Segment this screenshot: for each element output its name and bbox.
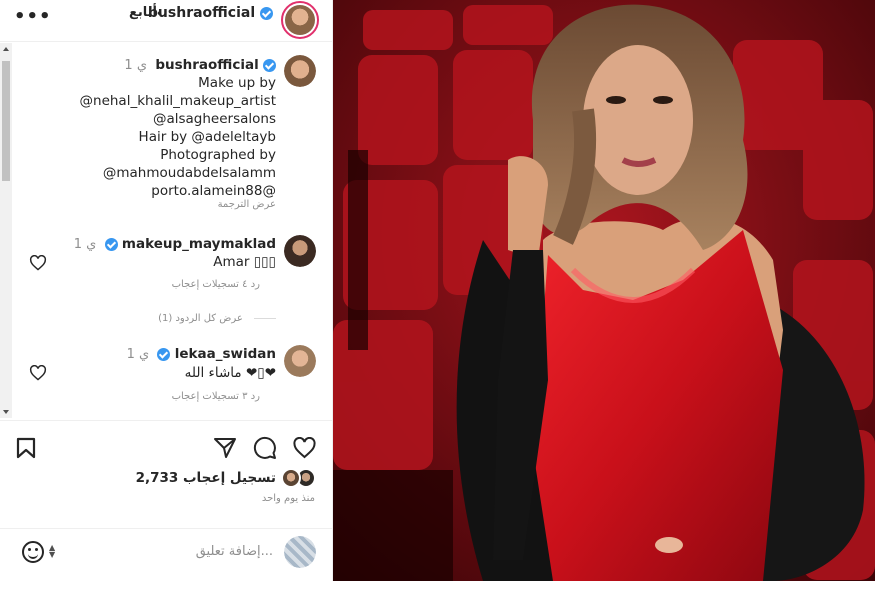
caption-line: Hair by @adeleltayb xyxy=(138,129,276,145)
caption-time[interactable]: 1 ي xyxy=(124,58,147,73)
comment-header: 1 ي makeup_maymaklad xyxy=(74,235,276,254)
comment-avatar[interactable] xyxy=(284,345,316,377)
caption-mention[interactable]: @mahmoudabdelsalamm xyxy=(103,164,276,182)
post-timestamp[interactable]: منذ يوم واحد xyxy=(262,493,315,504)
comments-list: 1 ي bushraofficial Make up by @nehal_kha… xyxy=(0,43,333,418)
view-replies-button[interactable]: عرض كل الردود (1) xyxy=(158,313,276,324)
caption-username[interactable]: bushraofficial xyxy=(155,57,258,73)
liker-avatar[interactable] xyxy=(281,468,301,488)
author-avatar[interactable] xyxy=(281,1,319,39)
post-photo[interactable] xyxy=(333,0,875,581)
author-username-text[interactable]: bushraofficial xyxy=(148,5,255,21)
post-sidebar: ••• أتابع • bushraofficial 1 ي bushraoff… xyxy=(0,0,333,581)
post-header: ••• أتابع • bushraofficial xyxy=(0,0,333,42)
reply-button[interactable]: رد xyxy=(251,279,260,290)
replies-divider xyxy=(254,317,276,319)
comment-like-icon[interactable] xyxy=(29,365,47,381)
verified-badge-icon xyxy=(157,347,171,361)
caption-mention[interactable]: @nehal_khalil_makeup_artist xyxy=(80,92,276,110)
share-icon[interactable] xyxy=(213,437,237,459)
bottom-strip xyxy=(0,581,875,595)
comment-likes-count[interactable]: ٤ تسجيلات إعجاب xyxy=(172,279,248,290)
comment-text: ماشاء الله ❤▯❤ xyxy=(184,365,276,381)
reply-button[interactable]: رد xyxy=(251,391,260,402)
spinner-arrows-icon[interactable]: ▲ ▼ xyxy=(49,544,55,559)
caption-avatar[interactable] xyxy=(284,55,316,87)
caption-mention[interactable]: @alsagheersalons xyxy=(153,110,276,128)
author-username[interactable]: bushraofficial xyxy=(148,5,273,21)
caption-line: Photographed by xyxy=(160,147,276,163)
comment-time[interactable]: 1 ي xyxy=(74,237,97,252)
more-options-icon[interactable]: ••• xyxy=(14,6,52,27)
comment-avatar[interactable] xyxy=(284,235,316,267)
likes-count[interactable]: 2,733 تسجيل إعجاب xyxy=(136,470,276,486)
bookmark-icon[interactable] xyxy=(16,437,36,459)
action-bar xyxy=(0,420,333,460)
caption-line: Make up by xyxy=(198,75,276,91)
comment-icon[interactable] xyxy=(253,436,277,460)
caption-header: 1 ي bushraofficial xyxy=(124,56,276,75)
verified-badge-icon xyxy=(104,237,118,251)
add-comment-input[interactable]: إضافة تعليق... xyxy=(196,544,273,559)
view-replies-label[interactable]: عرض كل الردود (1) xyxy=(158,313,243,324)
emoji-icon[interactable] xyxy=(22,541,44,563)
comment-username[interactable]: lekaa_swidan xyxy=(175,346,276,362)
comment-meta: رد ٤ تسجيلات إعجاب xyxy=(172,279,276,290)
comment-likes-count[interactable]: ٣ تسجيلات إعجاب xyxy=(172,391,248,402)
comment-text: Amar ▯▯▯ xyxy=(213,254,276,270)
verified-badge-icon xyxy=(260,6,273,20)
caption-mention[interactable]: porto.alamein88@ xyxy=(151,182,276,200)
verified-badge-icon xyxy=(263,58,276,72)
add-comment-bar: ▲ ▼ إضافة تعليق... xyxy=(0,528,333,574)
instagram-post-view: ••• أتابع • bushraofficial 1 ي bushraoff… xyxy=(0,0,875,595)
comment-meta: رد ٣ تسجيلات إعجاب xyxy=(172,391,276,402)
comment-header: 1 ي lekaa_swidan xyxy=(127,345,276,364)
comment-username[interactable]: makeup_maymaklad xyxy=(122,236,276,252)
comment-like-icon[interactable] xyxy=(29,255,47,271)
current-user-avatar[interactable] xyxy=(284,536,316,568)
see-translation-link[interactable]: عرض الترجمة xyxy=(218,199,276,210)
heart-icon[interactable] xyxy=(292,437,317,459)
comment-time[interactable]: 1 ي xyxy=(127,347,150,362)
